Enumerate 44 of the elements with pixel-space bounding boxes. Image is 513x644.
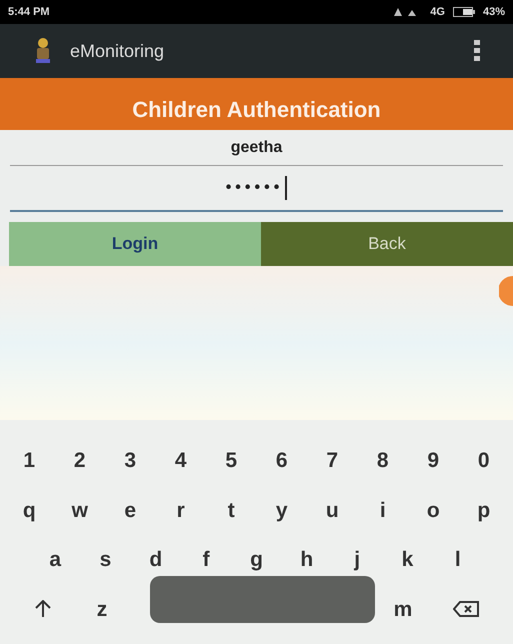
battery-icon [452, 7, 475, 17]
key[interactable]: 6 [256, 445, 307, 476]
key[interactable]: w [54, 494, 105, 526]
key[interactable]: 9 [408, 445, 458, 476]
key[interactable]: j [332, 544, 382, 576]
key[interactable]: p [458, 494, 509, 526]
key[interactable]: k [382, 544, 433, 576]
backspace-icon[interactable] [453, 601, 479, 618]
button[interactable]: Login [9, 222, 261, 266]
key[interactable]: 0 [458, 445, 509, 476]
key[interactable]: a [30, 544, 80, 576]
key[interactable]: 4 [156, 445, 206, 476]
key[interactable]: h [282, 544, 332, 576]
app-title: eMonitoring [70, 40, 166, 63]
key[interactable]: z [74, 594, 130, 625]
key[interactable]: g [231, 544, 282, 576]
key[interactable]: e [105, 494, 156, 526]
key[interactable]: s [80, 544, 131, 576]
menu-icon[interactable] [473, 39, 481, 63]
key[interactable]: 3 [105, 445, 156, 476]
key[interactable]: y [256, 494, 307, 526]
key[interactable]: m [375, 594, 431, 625]
button[interactable]: Back [261, 222, 513, 266]
key[interactable]: q [4, 494, 54, 526]
status-time: 5:44 PM [8, 4, 50, 20]
floating-handle-icon[interactable] [499, 276, 513, 306]
key[interactable]: d [130, 544, 181, 576]
header-title: Children Authentication [132, 96, 381, 124]
key[interactable]: f [181, 544, 232, 576]
key[interactable]: t [206, 494, 256, 526]
network-type: 4G [430, 4, 445, 20]
key[interactable]: 8 [358, 445, 408, 476]
key[interactable]: 7 [307, 445, 358, 476]
key[interactable]: 2 [54, 445, 105, 476]
shift-icon[interactable] [35, 600, 51, 618]
key[interactable]: 5 [206, 445, 256, 476]
key[interactable]: o [408, 494, 458, 526]
battery-level: 43% [482, 4, 505, 20]
key[interactable]: u [307, 494, 358, 526]
key[interactable]: i [358, 494, 408, 526]
key[interactable]: 1 [4, 445, 54, 476]
input-field[interactable]: geetha [10, 130, 503, 166]
key[interactable]: r [156, 494, 206, 526]
key[interactable]: l [432, 544, 483, 576]
